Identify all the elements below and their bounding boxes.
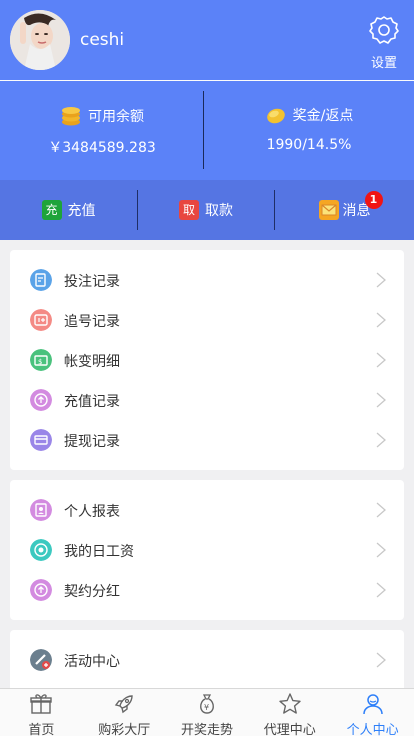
menu-item-label: 追号记录 <box>64 314 120 330</box>
bottom-tab-bar: 首页 购彩大厅 ¥ 开奖走势 代理中心 个人中心 <box>0 688 414 736</box>
withdraw-record-icon <box>30 429 52 451</box>
menu-item-bet-record[interactable]: 投注记录 <box>10 260 404 300</box>
coins-icon <box>62 107 80 126</box>
chevron-right-icon <box>376 272 386 288</box>
menu-item-label: 我的日工资 <box>64 544 134 560</box>
chevron-right-icon <box>376 652 386 668</box>
menu-item-daily-wage[interactable]: 我的日工资 <box>10 530 404 570</box>
tab-label: 个人中心 <box>346 723 399 736</box>
chase-record-icon <box>30 309 52 331</box>
rocket-icon <box>114 695 133 714</box>
chevron-right-icon <box>376 582 386 598</box>
messages-button[interactable]: 消息 1 <box>275 180 414 240</box>
chevron-right-icon <box>376 432 386 448</box>
action-bar: 充 充值 取 取款 消息 1 <box>0 180 414 240</box>
withdraw-button[interactable]: 取 取款 <box>138 180 274 240</box>
gift-icon <box>30 694 53 714</box>
bonus-rebate: 奖金/返点 1990/14.5% <box>204 81 414 180</box>
chevron-right-icon <box>376 352 386 368</box>
settings-button[interactable]: 设置 <box>368 14 400 71</box>
available-balance: 可用余额 ￥3484589.283 <box>0 81 204 180</box>
recharge-icon: 充 <box>41 200 62 220</box>
money-bag-icon: ¥ <box>200 694 214 714</box>
bonus-rebate-value: 1990/14.5% <box>266 137 352 153</box>
balance-panel: 可用余额 ￥3484589.283 奖金/返点 1990/14.5% <box>0 81 414 180</box>
menu-item-label: 投注记录 <box>64 274 120 290</box>
account-change-icon: $ <box>30 349 52 371</box>
username: ceshi <box>80 30 125 50</box>
mail-icon <box>318 200 339 220</box>
menu-item-contract-dividend[interactable]: 契约分红 <box>10 570 404 610</box>
tab-lottery-hall[interactable]: 购彩大厅 <box>83 689 166 736</box>
tab-personal-center[interactable]: 个人中心 <box>331 689 414 736</box>
menu-item-account-change[interactable]: $ 帐变明细 <box>10 340 404 380</box>
bet-record-icon <box>30 269 52 291</box>
available-balance-title: 可用余额 <box>88 109 144 125</box>
records-card: 投注记录 追号记录 $ 帐变明细 充值记录 提现记录 <box>10 250 404 470</box>
person-icon <box>362 694 383 715</box>
contract-dividend-icon <box>30 579 52 601</box>
withdraw-icon: 取 <box>179 200 199 220</box>
menu-item-recharge-record[interactable]: 充值记录 <box>10 380 404 420</box>
tab-draw-trend[interactable]: ¥ 开奖走势 <box>166 689 249 736</box>
recharge-button[interactable]: 充 充值 <box>0 180 137 240</box>
bonus-rebate-title: 奖金/返点 <box>292 108 354 124</box>
svg-text:¥: ¥ <box>204 703 209 712</box>
tab-agent-center[interactable]: 代理中心 <box>248 689 331 736</box>
tab-label: 首页 <box>28 723 55 736</box>
star-icon <box>279 693 301 714</box>
menu-item-withdraw-record[interactable]: 提现记录 <box>10 420 404 460</box>
settings-label: 设置 <box>370 56 397 71</box>
tab-label: 代理中心 <box>263 723 316 736</box>
tab-label: 开奖走势 <box>180 723 233 736</box>
menu-item-label: 契约分红 <box>64 584 120 600</box>
activity-center-icon <box>30 649 52 671</box>
recharge-label: 充值 <box>67 203 96 219</box>
tab-label: 购彩大厅 <box>98 723 151 736</box>
reports-card: 个人报表 我的日工资 契约分红 <box>10 480 404 620</box>
daily-wage-icon <box>30 539 52 561</box>
gear-icon <box>369 16 399 44</box>
menu-item-label: 活动中心 <box>64 654 120 670</box>
avatar[interactable] <box>10 10 70 70</box>
profile-header: ceshi 设置 <box>0 0 414 80</box>
withdraw-label: 取款 <box>205 203 233 219</box>
menu-item-label: 提现记录 <box>64 434 120 450</box>
menu-item-personal-report[interactable]: 个人报表 <box>10 490 404 530</box>
available-balance-value: ￥3484589.283 <box>48 140 156 156</box>
chevron-right-icon <box>376 542 386 558</box>
menu-item-label: 充值记录 <box>64 394 120 410</box>
personal-report-icon <box>30 499 52 521</box>
tab-home[interactable]: 首页 <box>0 689 83 736</box>
menu-item-label: 个人报表 <box>64 504 120 520</box>
recharge-record-icon <box>30 389 52 411</box>
chevron-right-icon <box>376 392 386 408</box>
chevron-right-icon <box>376 312 386 328</box>
menu-item-activity-center[interactable]: 活动中心 <box>10 640 404 680</box>
messages-badge: 1 <box>364 191 383 209</box>
menu-item-chase-record[interactable]: 追号记录 <box>10 300 404 340</box>
chevron-right-icon <box>376 502 386 518</box>
svg-text:$: $ <box>38 358 42 366</box>
coin-icon <box>266 108 285 124</box>
menu-item-label: 帐变明细 <box>64 354 120 370</box>
